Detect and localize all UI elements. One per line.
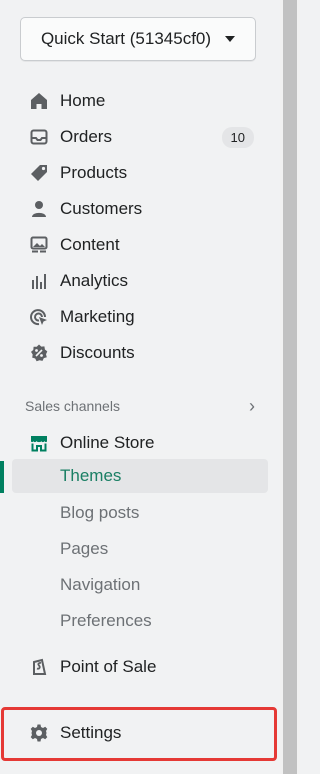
sub-item-preferences[interactable]: Preferences: [12, 604, 268, 638]
section-title: Sales channels: [25, 398, 120, 414]
nav-item-label: Marketing: [60, 307, 135, 326]
orders-icon: [26, 127, 52, 147]
nav-item-online-store[interactable]: Online Store: [12, 427, 268, 459]
nav-item-label: Home: [60, 91, 106, 110]
nav-item-discounts[interactable]: Discounts: [12, 337, 268, 369]
chevron-right-icon[interactable]: ›: [249, 397, 255, 415]
sub-item-blog-posts[interactable]: Blog posts: [12, 496, 268, 530]
sub-item-themes[interactable]: Themes: [12, 459, 268, 493]
nav-item-label: Orders: [60, 127, 112, 146]
nav-item-marketing[interactable]: Marketing: [12, 301, 268, 333]
nav-item-home[interactable]: Home: [12, 85, 268, 117]
store-selector-button[interactable]: Quick Start (51345cf0): [20, 17, 256, 61]
discounts-icon: [26, 343, 52, 363]
nav-item-products[interactable]: Products: [12, 157, 268, 189]
sub-item-label: Blog posts: [60, 503, 140, 522]
nav-item-label: Point of Sale: [60, 657, 157, 676]
nav-item-label: Content: [60, 235, 120, 254]
caret-down-icon: [225, 36, 236, 42]
sub-item-pages[interactable]: Pages: [12, 532, 268, 566]
nav-item-orders[interactable]: Orders 10: [12, 121, 268, 153]
sub-item-label: Navigation: [60, 575, 141, 594]
scrollbar-thumb[interactable]: [283, 0, 297, 774]
orders-count-badge: 10: [221, 126, 254, 148]
nav-item-label: Customers: [60, 199, 143, 218]
content-icon: [26, 235, 52, 255]
sales-channels-header: Sales channels ›: [25, 397, 255, 415]
store-selector-label: Quick Start (51345cf0): [40, 29, 212, 48]
marketing-icon: [26, 307, 52, 327]
nav-item-label: Analytics: [60, 271, 129, 290]
nav-item-customers[interactable]: Customers: [12, 193, 268, 225]
nav-item-label: Products: [60, 163, 128, 182]
home-icon: [26, 91, 52, 111]
nav-item-settings[interactable]: Settings: [12, 717, 268, 749]
sub-item-label: Preferences: [60, 611, 152, 630]
products-icon: [26, 163, 52, 183]
nav-item-label: Discounts: [60, 343, 135, 362]
nav-item-point-of-sale[interactable]: Point of Sale: [12, 651, 268, 683]
sub-item-label: Pages: [60, 539, 109, 558]
analytics-icon: [26, 271, 52, 291]
active-indicator: [0, 461, 4, 493]
customers-icon: [26, 199, 52, 219]
pos-icon: [26, 657, 52, 677]
sub-item-label: Themes: [60, 466, 122, 485]
nav-item-label: Settings: [60, 723, 122, 742]
sidebar-nav: Quick Start (51345cf0) Home Orders 10 Pr…: [0, 0, 280, 774]
store-icon: [26, 433, 52, 453]
nav-item-analytics[interactable]: Analytics: [12, 265, 268, 297]
nav-item-content[interactable]: Content: [12, 229, 268, 261]
nav-item-label: Online Store: [60, 433, 155, 452]
sub-item-navigation[interactable]: Navigation: [12, 568, 268, 602]
settings-icon: [26, 723, 52, 743]
